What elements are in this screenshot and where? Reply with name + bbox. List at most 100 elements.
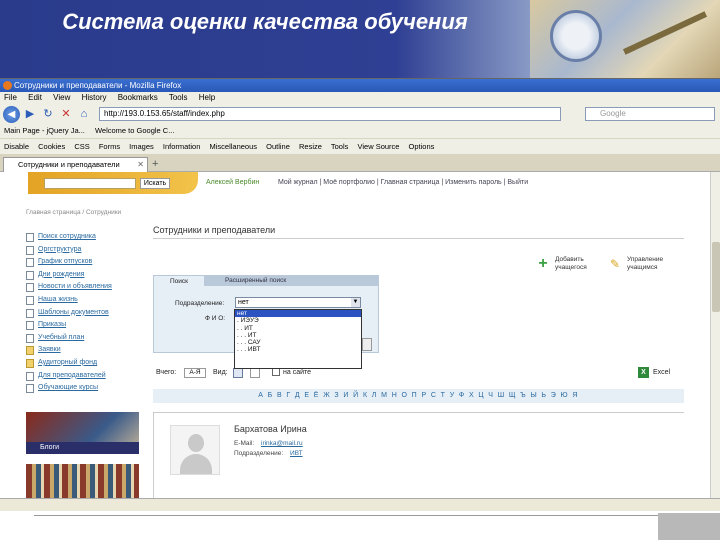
menu-edit[interactable]: Edit <box>28 93 42 102</box>
dropdown-option[interactable]: . . . ИТ <box>235 332 361 339</box>
home-button[interactable]: ⌂ <box>77 107 91 121</box>
blogs-promo[interactable]: Блоги <box>26 412 139 454</box>
department-dropdown: нет . ИЭУЭ . . ИТ . . . ИТ . . . САУ . .… <box>234 309 362 369</box>
webdev-tools[interactable]: Tools <box>331 142 349 151</box>
tab-close-icon[interactable]: ✕ <box>137 158 144 172</box>
nav-item-study-plan[interactable]: Учебный план <box>26 332 146 345</box>
nav-item-requests[interactable]: Заявки <box>26 344 146 357</box>
webdev-images[interactable]: Images <box>129 142 154 151</box>
page-icon <box>26 321 34 331</box>
search-submit-button[interactable] <box>362 338 372 351</box>
email-label: E-Mail: <box>234 440 255 447</box>
library-promo[interactable] <box>26 464 139 498</box>
nav-label: Шаблоны документов <box>38 308 109 316</box>
footer-box <box>658 513 720 540</box>
reload-button[interactable]: ↻ <box>41 107 55 121</box>
browser-menubar: File Edit View History Bookmarks Tools H… <box>0 92 720 104</box>
nav-label: Учебный план <box>38 333 85 341</box>
nav-item-birthdays[interactable]: Дни рождения <box>26 269 146 282</box>
webdev-forms[interactable]: Forms <box>99 142 120 151</box>
alphabet-filter[interactable]: А Б В Г Д Е Ё Ж З И Й К Л М Н О П Р С Т … <box>153 389 684 403</box>
onsite-label: на сайте <box>283 369 312 376</box>
status-bar <box>0 498 720 511</box>
nav-label: Поиск сотрудника <box>38 233 96 240</box>
webdev-viewsource[interactable]: View Source <box>357 142 399 151</box>
excel-export-link[interactable]: Excel <box>653 369 670 376</box>
vertical-scrollbar[interactable] <box>710 172 720 498</box>
dropdown-option[interactable]: . . . САУ <box>235 339 361 346</box>
nav-item-staff-search[interactable]: Поиск сотрудника <box>26 231 146 244</box>
grid-view-icon[interactable] <box>250 368 260 378</box>
bookmarks-toolbar: Main Page - jQuery Ja... Welcome to Goog… <box>0 124 720 138</box>
webdev-css[interactable]: CSS <box>74 142 89 151</box>
webdev-disable[interactable]: Disable <box>4 142 29 151</box>
nav-item-news[interactable]: Новости и объявления <box>26 281 146 294</box>
tab-search[interactable]: Поиск <box>153 275 205 286</box>
nav-item-orgstructure[interactable]: Оргструктура <box>26 244 146 257</box>
dropdown-option[interactable]: . ИЭУЭ <box>235 317 361 324</box>
sort-az-button[interactable]: А-Я <box>184 368 206 378</box>
webdev-outline[interactable]: Outline <box>266 142 290 151</box>
new-tab-icon[interactable]: + <box>152 158 158 170</box>
excel-icon[interactable]: X <box>638 367 649 378</box>
menu-history[interactable]: History <box>82 93 107 102</box>
menu-bookmarks[interactable]: Bookmarks <box>118 93 158 102</box>
webdev-information[interactable]: Information <box>163 142 201 151</box>
window-title: Сотрудники и преподаватели - Mozilla Fir… <box>14 81 182 90</box>
presentation-slide: Система оценки качества обучения Сотрудн… <box>0 0 720 540</box>
dept-link[interactable]: ИВТ <box>290 450 303 457</box>
dropdown-option[interactable]: . . . ИВТ <box>235 346 361 353</box>
chevron-down-icon[interactable]: ▼ <box>351 298 360 307</box>
bookmark-2[interactable]: Welcome to Google C... <box>95 126 174 135</box>
stop-button[interactable]: ✕ <box>59 107 73 121</box>
list-view-icon[interactable] <box>233 368 243 378</box>
nav-item-teachers[interactable]: Для преподавателей <box>26 370 146 383</box>
key-icon[interactable]: ✎ <box>608 257 622 271</box>
web-page: Искать Алексей Вербин Мой журнал | Моё п… <box>0 172 710 498</box>
department-select[interactable]: нет ▼ <box>235 297 361 308</box>
user-link[interactable]: Алексей Вербин <box>206 179 259 186</box>
nav-label: График отпусков <box>38 258 93 266</box>
add-student-link[interactable]: Добавить учащегося <box>555 256 601 272</box>
manage-student-link[interactable]: Управление учащимся <box>627 256 677 272</box>
bookmark-1[interactable]: Main Page - jQuery Ja... <box>4 126 85 135</box>
add-icon[interactable]: + <box>536 256 550 272</box>
menu-help[interactable]: Help <box>199 93 215 102</box>
page-icon <box>26 295 34 305</box>
nav-label: Для преподавателей <box>38 371 106 379</box>
page-icon <box>26 384 34 394</box>
nav-item-courses[interactable]: Обучающие курсы <box>26 382 146 395</box>
webdev-options[interactable]: Options <box>409 142 435 151</box>
back-button[interactable]: ◀ <box>3 105 20 123</box>
menu-view[interactable]: View <box>53 93 70 102</box>
dropdown-option[interactable]: нет <box>235 310 361 318</box>
menu-tools[interactable]: Tools <box>169 93 188 102</box>
menu-file[interactable]: File <box>4 93 17 102</box>
browser-tab[interactable]: Сотрудники и преподаватели ✕ <box>3 157 148 172</box>
tab-advanced-search[interactable]: Расширенный поиск <box>205 275 379 286</box>
forward-button[interactable]: ▶ <box>23 107 37 121</box>
webdev-cookies[interactable]: Cookies <box>38 142 65 151</box>
nav-item-classrooms[interactable]: Аудиторный фонд <box>26 357 146 370</box>
scrollbar-thumb[interactable] <box>712 242 720 312</box>
site-search-button[interactable]: Искать <box>140 178 170 189</box>
avatar[interactable] <box>170 425 220 475</box>
fio-label: Ф И О: <box>205 315 226 322</box>
search-box[interactable]: Google <box>585 107 715 121</box>
webdev-resize[interactable]: Resize <box>299 142 322 151</box>
nav-label: Наша жизнь <box>38 295 78 303</box>
top-menu[interactable]: Мой журнал | Моё портфолио | Главная стр… <box>278 179 528 186</box>
nav-item-templates[interactable]: Шаблоны документов <box>26 307 146 320</box>
folder-icon <box>26 346 34 356</box>
dropdown-option[interactable]: . . ИТ <box>235 325 361 332</box>
nav-item-our-life[interactable]: Наша жизнь <box>26 294 146 307</box>
email-link[interactable]: irinka@mail.ru <box>261 440 303 447</box>
webdev-misc[interactable]: Miscellaneous <box>210 142 258 151</box>
nav-item-orders[interactable]: Приказы <box>26 319 146 332</box>
nav-item-vacations[interactable]: График отпусков <box>26 256 146 269</box>
page-icon <box>26 308 34 318</box>
person-name[interactable]: Бархатова Ирина <box>234 424 307 434</box>
url-bar[interactable]: http://193.0.153.65/staff/index.php <box>99 107 561 121</box>
site-search-input[interactable] <box>44 178 136 189</box>
onsite-checkbox[interactable] <box>272 368 280 376</box>
